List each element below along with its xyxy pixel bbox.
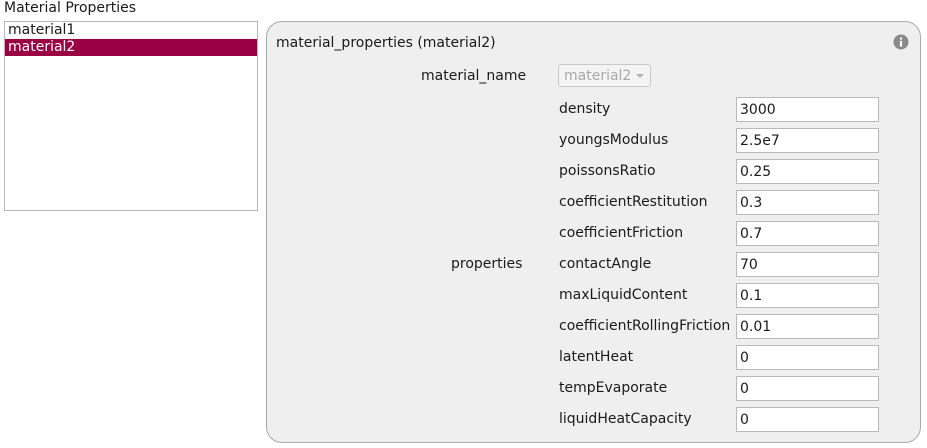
panel-title: material_properties (material2) xyxy=(276,35,496,51)
property-input-latent-heat[interactable] xyxy=(736,345,879,370)
property-input-liquid-heat-capacity[interactable] xyxy=(736,407,879,432)
property-input-contact-angle[interactable] xyxy=(736,252,879,277)
material-list-item-selected[interactable]: material2 xyxy=(5,39,257,56)
property-label-density: density xyxy=(559,101,611,117)
property-label-latent-heat: latentHeat xyxy=(559,349,634,365)
property-label-coefficient-friction: coefficientFriction xyxy=(559,225,684,241)
property-label-temp-evaporate: tempEvaporate xyxy=(559,380,668,396)
property-input-temp-evaporate[interactable] xyxy=(736,376,879,401)
material-name-label: material_name xyxy=(421,68,527,84)
property-input-density[interactable] xyxy=(736,97,879,122)
property-input-coefficient-friction[interactable] xyxy=(736,221,879,246)
material-name-value: material2 xyxy=(564,68,632,84)
property-label-coefficient-restitution: coefficientRestitution xyxy=(559,194,708,210)
property-input-coefficient-restitution[interactable] xyxy=(736,190,879,215)
property-label-youngs-modulus: youngsModulus xyxy=(559,132,669,148)
material-list[interactable]: material1 material2 xyxy=(4,21,258,211)
chevron-down-icon xyxy=(636,74,644,78)
material-properties-panel: material_properties (material2) material… xyxy=(266,21,921,443)
material-list-item[interactable]: material1 xyxy=(5,22,257,39)
property-input-poissons-ratio[interactable] xyxy=(736,159,879,184)
property-label-coefficient-rolling-friction: coefficientRollingFriction xyxy=(559,318,731,334)
material-name-dropdown[interactable]: material2 xyxy=(558,64,651,87)
section-title: Material Properties xyxy=(4,0,137,16)
property-label-contact-angle: contactAngle xyxy=(559,256,652,272)
properties-label: properties xyxy=(451,256,523,272)
info-icon[interactable] xyxy=(893,34,909,50)
property-input-coefficient-rolling-friction[interactable] xyxy=(736,314,879,339)
property-input-max-liquid-content[interactable] xyxy=(736,283,879,308)
property-label-max-liquid-content: maxLiquidContent xyxy=(559,287,688,303)
property-label-poissons-ratio: poissonsRatio xyxy=(559,163,656,179)
material-properties-window: Material Properties material1 material2 … xyxy=(0,0,927,448)
property-label-liquid-heat-capacity: liquidHeatCapacity xyxy=(559,411,692,427)
property-input-youngs-modulus[interactable] xyxy=(736,128,879,153)
